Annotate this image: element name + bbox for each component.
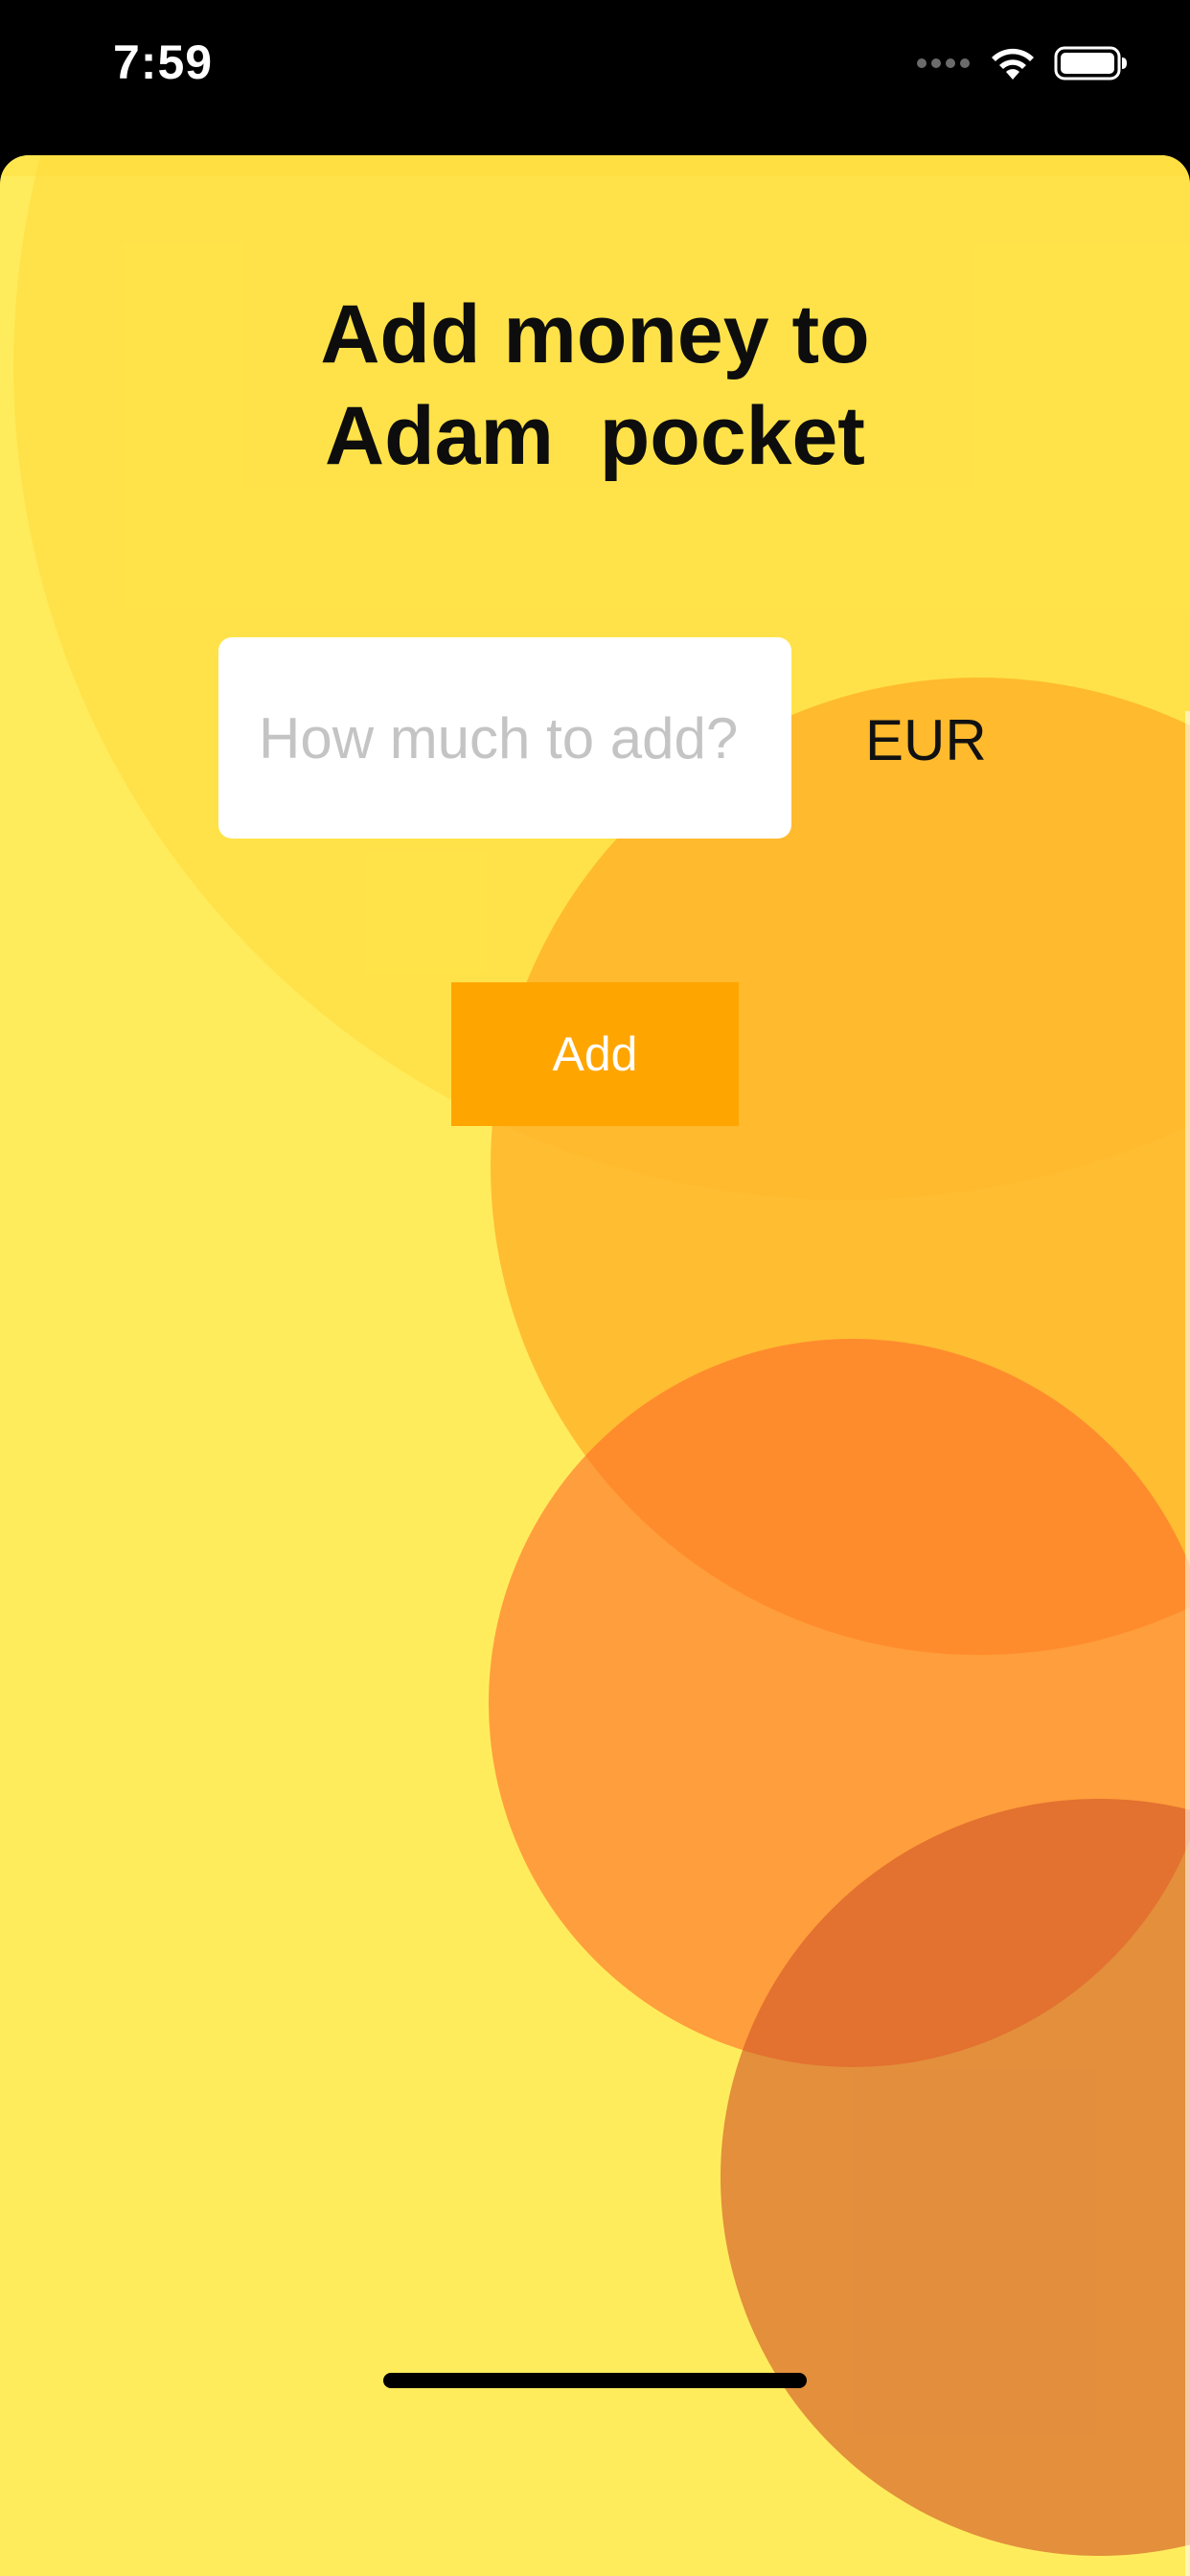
amount-input[interactable] bbox=[218, 637, 791, 839]
status-icons bbox=[916, 42, 1129, 84]
page-title: Add money to Adam pocket bbox=[320, 288, 870, 482]
home-indicator bbox=[383, 2373, 807, 2388]
add-button[interactable]: Add bbox=[451, 982, 739, 1126]
status-bar: 7:59 bbox=[0, 0, 1190, 155]
sheet-right-edge bbox=[1185, 711, 1190, 2576]
wifi-icon bbox=[992, 48, 1034, 80]
modal-sheet bbox=[0, 155, 1190, 2576]
battery-icon bbox=[1054, 46, 1127, 80]
signal-dots-icon bbox=[917, 58, 970, 68]
currency-label: EUR bbox=[865, 708, 987, 772]
status-time: 7:59 bbox=[113, 35, 214, 89]
